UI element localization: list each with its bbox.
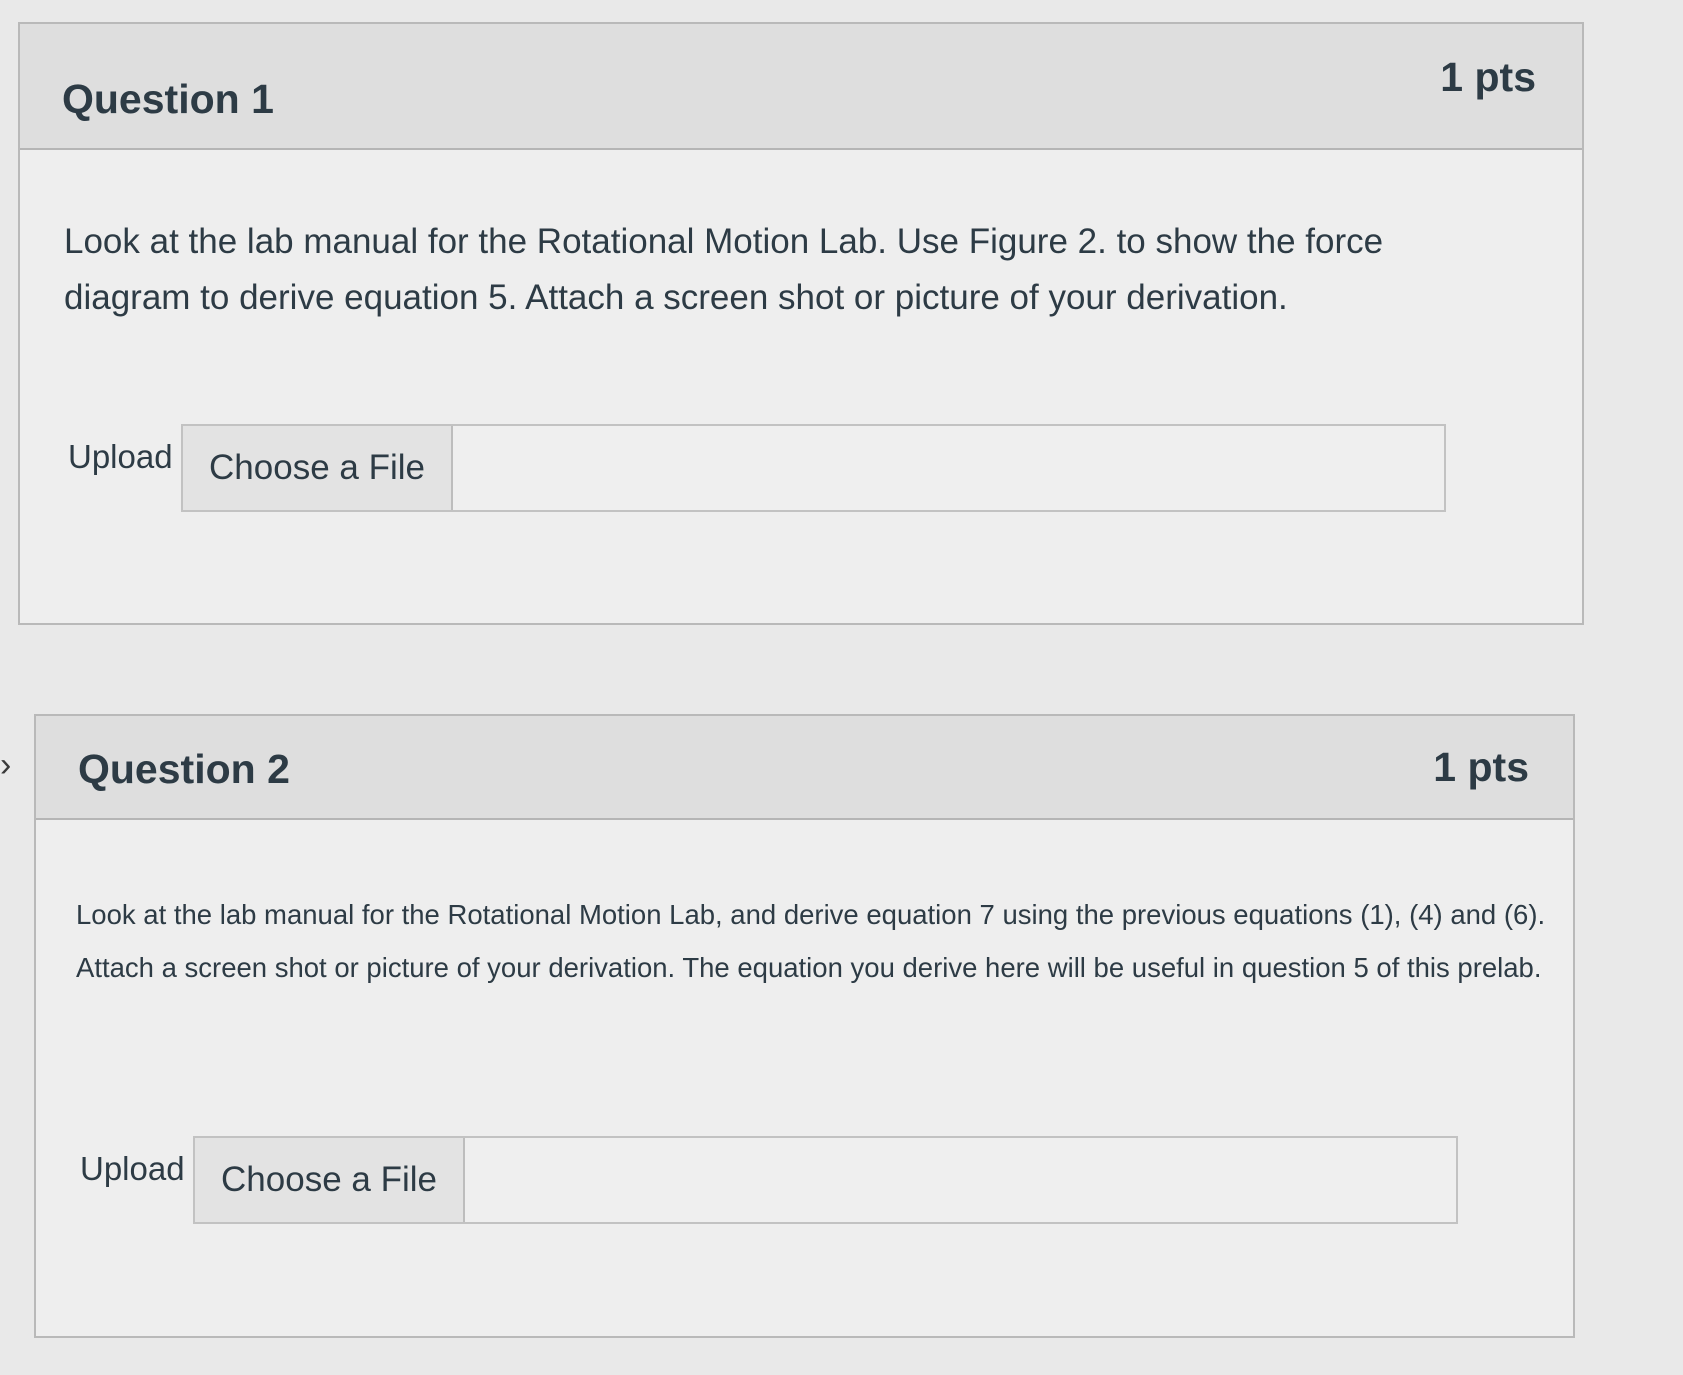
question-1-card: Question 1 1 pts Look at the lab manual …	[18, 22, 1584, 625]
question-header: Question 1 1 pts	[20, 24, 1582, 150]
choose-file-button[interactable]: Choose a File	[195, 1138, 465, 1222]
question-text: Look at the lab manual for the Rotationa…	[64, 222, 1384, 317]
question-points: 1 pts	[1433, 744, 1529, 790]
question-2-card: Question 2 1 pts Look at the lab manual …	[34, 714, 1575, 1338]
file-upload-field[interactable]: Choose a File	[181, 424, 1446, 512]
chevron-right-icon[interactable]: ›	[0, 746, 11, 785]
question-title: Question 2	[78, 746, 290, 792]
question-points: 1 pts	[1440, 54, 1536, 100]
question-header: Question 2 1 pts	[36, 716, 1573, 820]
upload-row: Upload Choose a File	[68, 424, 1446, 514]
upload-row: Upload Choose a File	[80, 1136, 1458, 1226]
upload-label: Upload	[68, 438, 173, 475]
question-text: Look at the lab manual for the Rotationa…	[76, 899, 1546, 983]
question-title: Question 1	[62, 76, 274, 122]
choose-file-button[interactable]: Choose a File	[183, 426, 453, 510]
upload-label: Upload	[80, 1150, 185, 1187]
file-upload-field[interactable]: Choose a File	[193, 1136, 1458, 1224]
